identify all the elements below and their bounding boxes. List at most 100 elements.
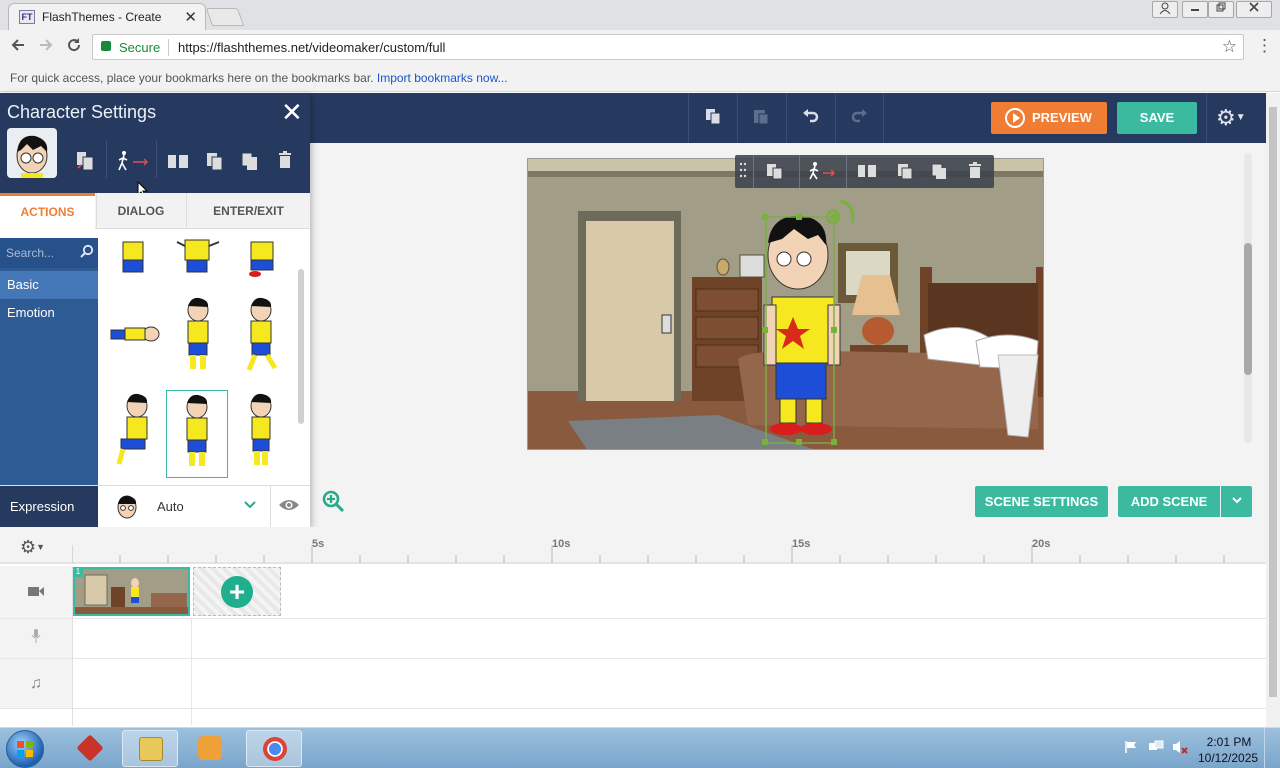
walk-motion-icon[interactable] (807, 161, 835, 181)
action-search-field[interactable]: Search... (0, 238, 98, 268)
paste-icon[interactable] (751, 107, 771, 129)
action-thumbnail[interactable] (103, 390, 165, 478)
scene-canvas[interactable] (527, 158, 1044, 450)
panel-divider (106, 140, 107, 178)
send-backward-icon[interactable] (929, 161, 949, 181)
bring-forward-icon[interactable] (895, 161, 915, 181)
toolbar-divider (786, 93, 787, 143)
reload-icon[interactable] (64, 37, 84, 58)
url-field[interactable]: Secure https://flashthemes.net/videomake… (92, 34, 1244, 60)
action-grid-scrollbar[interactable] (298, 269, 304, 424)
taskbar-file-explorer[interactable] (122, 730, 178, 767)
browser-tab-strip: FT FlashThemes - Create ✕ (0, 0, 1280, 30)
action-thumbnail[interactable] (103, 238, 165, 286)
preview-label: PREVIEW (1032, 110, 1092, 125)
action-thumbnail[interactable] (103, 294, 165, 382)
action-thumbnail-selected[interactable] (166, 390, 228, 478)
toolbar-divider (835, 93, 836, 143)
settings-gear-icon[interactable]: ⚙▼ (1216, 105, 1246, 131)
preview-button[interactable]: PREVIEW (991, 102, 1107, 134)
bookmark-star-icon[interactable]: ☆ (1222, 37, 1237, 57)
restore-icon[interactable] (1208, 1, 1234, 18)
toolbar-divider (846, 155, 847, 188)
save-button[interactable]: SAVE (1117, 102, 1197, 134)
window-close-icon[interactable] (1236, 1, 1272, 18)
zoom-in-icon[interactable] (321, 489, 345, 513)
flip-icon[interactable] (856, 161, 876, 181)
close-icon[interactable]: ✕ (281, 97, 303, 128)
action-thumbnail[interactable] (231, 294, 293, 382)
page-scrollbar[interactable] (1266, 93, 1280, 727)
tab-enter-exit[interactable]: ENTER/EXIT (186, 193, 310, 229)
browser-tab[interactable]: FT FlashThemes - Create ✕ (8, 3, 206, 30)
category-emotion[interactable]: Emotion (0, 299, 98, 327)
scene-number-badge: 1 (73, 567, 83, 577)
import-bookmarks-link[interactable]: Import bookmarks now... (377, 71, 508, 85)
minimize-icon[interactable] (1182, 1, 1208, 18)
drag-handle-icon[interactable] (738, 161, 748, 181)
toolbar-divider (883, 93, 884, 143)
secure-label: Secure (119, 40, 161, 55)
swap-character-icon[interactable] (765, 161, 785, 181)
category-basic[interactable]: Basic (0, 271, 98, 299)
folder-icon (139, 737, 163, 761)
scene-thumbnail[interactable] (73, 567, 190, 616)
add-scene-dropdown-icon[interactable] (1221, 486, 1252, 517)
redo-icon[interactable] (849, 107, 869, 129)
back-icon[interactable] (8, 37, 28, 58)
character-avatar[interactable] (7, 128, 57, 178)
trash-icon[interactable] (274, 150, 296, 172)
timeline-settings-gear-icon[interactable]: ⚙▼ (20, 537, 45, 558)
new-tab-button[interactable] (205, 8, 245, 26)
trash-icon[interactable] (965, 161, 985, 181)
copy-icon[interactable] (703, 107, 723, 129)
page-scrollbar-thumb[interactable] (1269, 107, 1277, 697)
start-button[interactable] (6, 730, 44, 768)
undo-icon[interactable] (801, 107, 821, 129)
url-text: https://flashthemes.net/videomaker/custo… (178, 40, 446, 55)
show-desktop-button[interactable] (1264, 728, 1280, 768)
network-icon[interactable] (1148, 740, 1164, 757)
browser-menu-icon[interactable]: ⋮ (1256, 36, 1273, 56)
tab-actions[interactable]: ACTIONS (0, 193, 95, 229)
add-scene-button[interactable]: ADD SCENE (1118, 486, 1220, 517)
scene-settings-button[interactable]: SCENE SETTINGS (975, 486, 1108, 517)
action-thumbnail[interactable] (167, 294, 229, 382)
send-backward-icon[interactable] (239, 150, 261, 172)
expression-dropdown[interactable]: Auto (157, 499, 184, 514)
stage-scrollbar-thumb[interactable] (1244, 243, 1252, 375)
chevron-down-icon[interactable] (243, 497, 257, 514)
expression-label: Expression (0, 486, 98, 528)
clock-date[interactable]: 10/12/2025 (1198, 751, 1258, 765)
taskbar-media-player[interactable] (182, 730, 238, 767)
tab-dialog[interactable]: DIALOG (96, 193, 185, 229)
plus-icon[interactable]: + (221, 576, 253, 608)
character-panel-header: Character Settings ✕ (0, 93, 310, 199)
expression-divider (270, 486, 271, 528)
profile-icon[interactable] (1152, 1, 1178, 18)
tick-label-15s: 15s (792, 538, 811, 550)
add-scene-slot[interactable]: + (193, 567, 281, 616)
clock-time[interactable]: 2:01 PM (1206, 735, 1252, 749)
music-track: ♫ (0, 659, 1266, 709)
expression-face-icon (115, 493, 139, 521)
microphone-icon (0, 619, 72, 658)
forward-icon[interactable] (36, 37, 56, 58)
bring-forward-icon[interactable] (204, 150, 226, 172)
volume-muted-icon[interactable] (1172, 739, 1188, 758)
swap-character-icon[interactable] (74, 150, 96, 172)
search-icon[interactable] (80, 244, 94, 261)
action-thumbnail[interactable] (167, 238, 229, 286)
preview-eye-icon[interactable] (278, 498, 300, 512)
stage-scrollbar[interactable] (1244, 153, 1252, 443)
taskbar-app-red[interactable] (62, 730, 118, 767)
action-thumbnail[interactable] (231, 390, 293, 478)
bookmarks-hint: For quick access, place your bookmarks h… (10, 71, 508, 85)
flip-icon[interactable] (165, 150, 191, 172)
timeline-ruler: ⚙▼ 5s 10s 15s 20s (0, 527, 1266, 564)
action-thumbnail[interactable] (231, 238, 293, 286)
tab-close-icon[interactable]: ✕ (184, 8, 197, 26)
taskbar-chrome[interactable] (246, 730, 302, 767)
action-center-flag-icon[interactable] (1124, 740, 1138, 757)
walk-motion-icon[interactable] (114, 150, 154, 172)
